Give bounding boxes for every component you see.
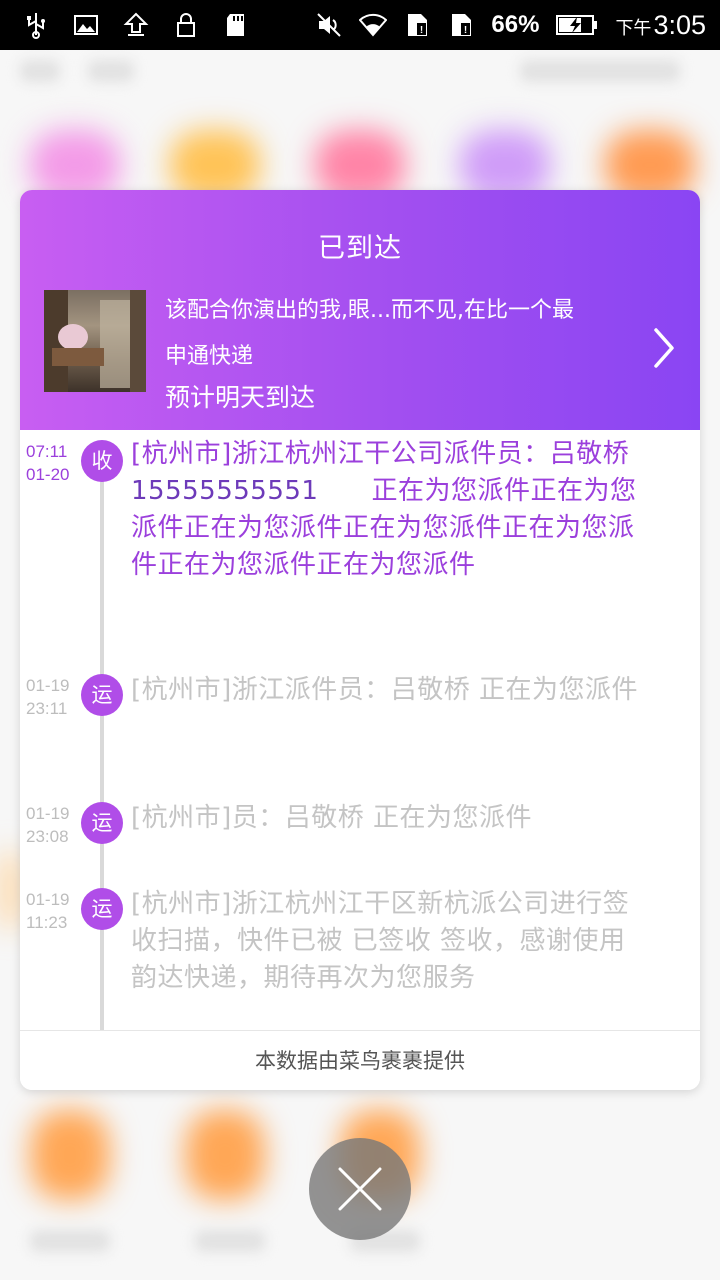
chevron-right-icon[interactable] xyxy=(648,324,680,372)
sim-icon: ! xyxy=(447,11,475,39)
tracking-timeline[interactable]: 07:11 01-20 收 [杭州市]浙江杭州江干公司派件员：吕敬桥 155555… xyxy=(20,430,700,1030)
close-icon xyxy=(338,1167,382,1211)
eta-text: 预计明天到达 xyxy=(165,383,316,412)
clock: 下午 3:05 xyxy=(615,10,706,41)
timeline-text-before: [杭州市]浙江杭州江干公司派件员：吕敬桥 xyxy=(131,439,630,469)
timeline-badge: 运 xyxy=(81,674,123,716)
delivery-status-title: 已到达 xyxy=(318,233,402,264)
upload-icon xyxy=(122,11,150,39)
product-name: 该配合你演出的我,眼...而不见,在比一个最 xyxy=(165,298,574,323)
timeline-date: 01-19 xyxy=(26,890,70,909)
package-summary[interactable]: 已到达 该配合你演出的我,眼...而不见,在比一个最 申通快递 预计明天到达 xyxy=(20,190,700,430)
wifi-icon xyxy=(359,11,388,39)
lock-icon xyxy=(172,11,200,39)
timeline-text: [杭州市]浙江杭州江干区新杭派公司进行签收扫描，快件已被 已签收 签收，感谢使用… xyxy=(131,889,630,993)
timeline-text: [杭州市]浙江杭州江干公司派件员：吕敬桥15555555551 正在为您派件正在… xyxy=(131,436,641,584)
timeline-text: [杭州市]员：吕敬桥 正在为您派件 xyxy=(131,803,533,833)
timeline-line xyxy=(100,444,104,1030)
timeline-time: 01-20 xyxy=(26,465,70,484)
timeline-time: 11:23 xyxy=(26,913,68,932)
product-thumbnail xyxy=(44,290,146,392)
courier-phone: 15555555551 xyxy=(131,476,319,506)
timeline-badge: 收 xyxy=(81,440,123,482)
tracking-card: 已到达 该配合你演出的我,眼...而不见,在比一个最 申通快递 预计明天到达 0… xyxy=(20,190,700,1090)
clock-ampm: 下午 xyxy=(615,17,652,39)
clock-time: 3:05 xyxy=(653,9,706,40)
timeline-date: 01-19 xyxy=(26,804,70,823)
svg-text:!: ! xyxy=(464,25,467,36)
timeline-badge: 运 xyxy=(81,888,123,930)
data-source-footer: 本数据由菜鸟裹裹提供 xyxy=(20,1030,700,1090)
close-button[interactable] xyxy=(309,1138,411,1240)
mute-icon xyxy=(315,11,343,39)
usb-icon xyxy=(22,11,50,39)
svg-text:!: ! xyxy=(420,25,423,36)
timeline-badge: 运 xyxy=(81,802,123,844)
timeline-date: 07:11 xyxy=(26,442,68,461)
timeline-time: 23:11 xyxy=(26,699,68,718)
timeline-date: 01-19 xyxy=(26,676,70,695)
status-bar: ! ! 66% 下午 3:05 xyxy=(0,0,720,50)
timeline-time: 23:08 xyxy=(26,827,69,846)
timeline-text: [杭州市]浙江派件员：吕敬桥 正在为您派件 xyxy=(131,675,639,705)
battery-percent: 66% xyxy=(491,11,540,38)
sim-icon: ! xyxy=(403,11,431,39)
battery-icon xyxy=(555,11,599,39)
courier-name: 申通快递 xyxy=(165,344,254,369)
image-icon xyxy=(72,11,100,39)
sd-card-icon xyxy=(222,11,250,39)
